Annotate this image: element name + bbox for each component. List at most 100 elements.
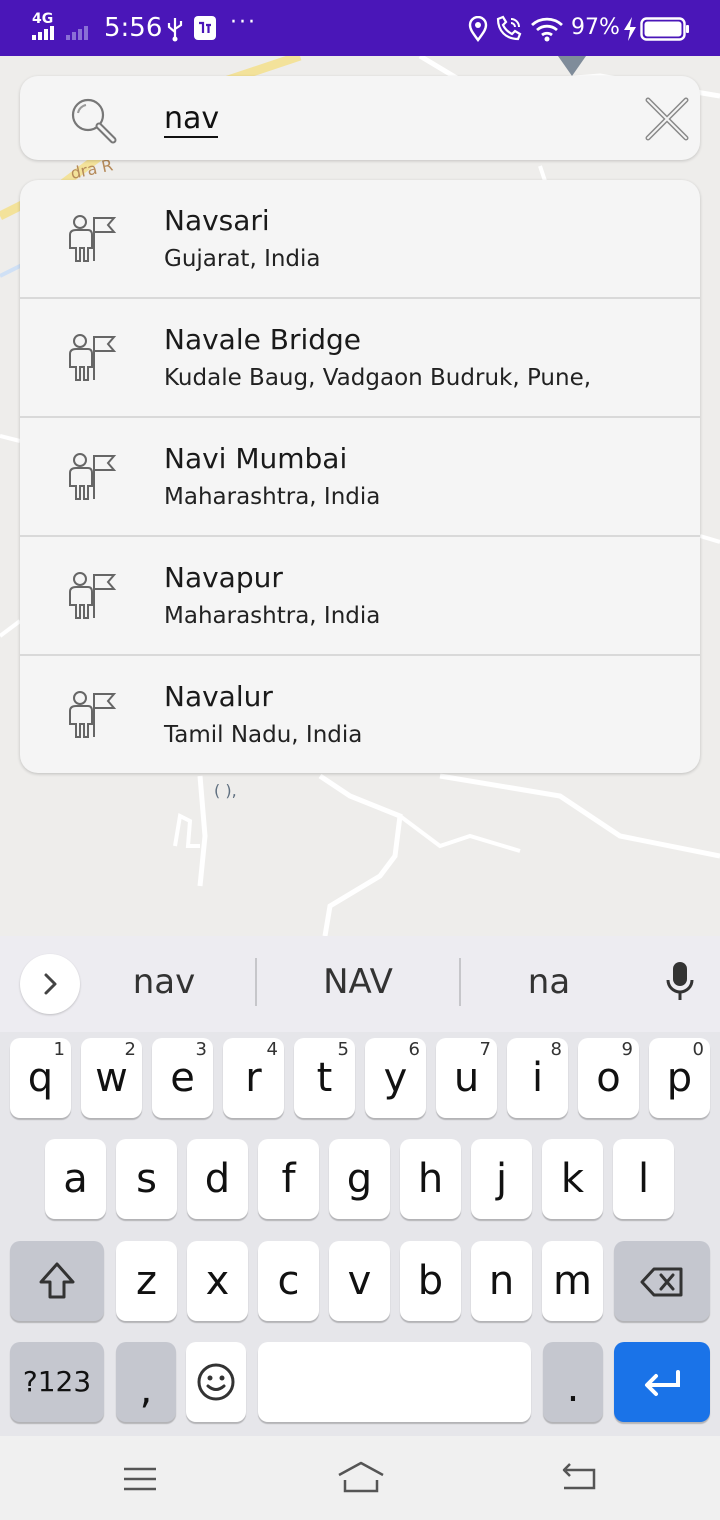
- period-key[interactable]: .: [543, 1342, 603, 1422]
- key-h[interactable]: h: [400, 1139, 461, 1219]
- key-l[interactable]: l: [613, 1139, 674, 1219]
- key-hint: 8: [550, 1039, 562, 1060]
- key-f[interactable]: f: [258, 1139, 319, 1219]
- key-label: v: [347, 1258, 372, 1304]
- symbols-key[interactable]: ?123: [10, 1342, 104, 1422]
- key-label: s: [136, 1156, 157, 1202]
- key-b[interactable]: b: [400, 1241, 461, 1321]
- more-notifications-icon: ···: [230, 10, 257, 35]
- key-label: u: [453, 1055, 480, 1101]
- usb-icon: [167, 18, 183, 42]
- result-subtitle: Maharashtra, India: [164, 603, 381, 629]
- search-input[interactable]: [164, 98, 624, 138]
- expand-toolbar-button[interactable]: [20, 954, 80, 1014]
- result-item[interactable]: Navapur Maharashtra, India: [20, 537, 700, 656]
- suggestion-1[interactable]: nav: [74, 962, 254, 1002]
- wifi-icon: [531, 17, 563, 42]
- microphone-icon[interactable]: [664, 960, 696, 1004]
- key-label: w: [95, 1055, 128, 1101]
- map-place-label: ( ),: [214, 781, 237, 800]
- key-hint: 2: [124, 1039, 136, 1060]
- key-label: k: [560, 1156, 585, 1202]
- composing-underline: [164, 136, 218, 138]
- result-title: Navalur: [164, 680, 273, 713]
- back-icon[interactable]: [560, 1462, 598, 1492]
- key-r[interactable]: r4: [223, 1038, 284, 1118]
- search-bar[interactable]: [20, 76, 700, 160]
- key-label: n: [488, 1258, 515, 1304]
- key-g[interactable]: g: [329, 1139, 390, 1219]
- key-label: p: [666, 1055, 693, 1101]
- key-label: q: [27, 1055, 54, 1101]
- key-c[interactable]: c: [258, 1241, 319, 1321]
- result-item[interactable]: Navi Mumbai Maharashtra, India: [20, 418, 700, 537]
- key-hint: 5: [337, 1039, 349, 1060]
- result-subtitle: Gujarat, India: [164, 246, 321, 272]
- key-n[interactable]: n: [471, 1241, 532, 1321]
- menu-icon[interactable]: [122, 1466, 158, 1492]
- key-k[interactable]: k: [542, 1139, 603, 1219]
- key-e[interactable]: e3: [152, 1038, 213, 1118]
- key-j[interactable]: j: [471, 1139, 532, 1219]
- key-t[interactable]: t5: [294, 1038, 355, 1118]
- place-flag-icon: [69, 572, 117, 619]
- place-flag-icon: [69, 334, 117, 381]
- app-notification-icon: [194, 16, 216, 40]
- shift-key[interactable]: [10, 1241, 104, 1321]
- key-o[interactable]: o9: [578, 1038, 639, 1118]
- key-v[interactable]: v: [329, 1241, 390, 1321]
- key-label: x: [205, 1258, 230, 1304]
- place-flag-icon: [69, 691, 117, 738]
- result-title: Navapur: [164, 561, 283, 594]
- key-p[interactable]: p0: [649, 1038, 710, 1118]
- key-x[interactable]: x: [187, 1241, 248, 1321]
- suggestion-2[interactable]: NAV: [268, 962, 448, 1002]
- result-item[interactable]: Navalur Tamil Nadu, India: [20, 656, 700, 773]
- key-label: t: [316, 1055, 333, 1101]
- enter-icon: [645, 1370, 680, 1396]
- key-a[interactable]: a: [45, 1139, 106, 1219]
- key-u[interactable]: u7: [436, 1038, 497, 1118]
- backspace-key[interactable]: [614, 1241, 710, 1321]
- charging-icon: [624, 17, 636, 41]
- key-label: r: [245, 1055, 262, 1101]
- result-item[interactable]: Navsari Gujarat, India: [20, 180, 700, 299]
- key-hint: 7: [479, 1039, 491, 1060]
- result-title: Navsari: [164, 204, 270, 237]
- key-m[interactable]: m: [542, 1241, 603, 1321]
- key-i[interactable]: i8: [507, 1038, 568, 1118]
- wifi-calling-icon: [496, 15, 522, 41]
- key-label: d: [204, 1156, 231, 1202]
- result-title: Navale Bridge: [164, 323, 362, 356]
- result-subtitle: Kudale Baug, Vadgaon Budruk, Pune,: [164, 365, 592, 391]
- suggestion-3[interactable]: na: [459, 962, 639, 1002]
- key-label: g: [346, 1156, 373, 1202]
- key-d[interactable]: d: [187, 1139, 248, 1219]
- key-q[interactable]: q1: [10, 1038, 71, 1118]
- status-bar: 4G 5:56 ··· 97%: [0, 0, 720, 56]
- space-key[interactable]: [258, 1342, 531, 1422]
- key-hint: 1: [53, 1039, 65, 1060]
- emoji-key[interactable]: [186, 1342, 246, 1422]
- result-item[interactable]: Navale Bridge Kudale Baug, Vadgaon Budru…: [20, 299, 700, 418]
- home-icon[interactable]: [336, 1460, 386, 1494]
- key-y[interactable]: y6: [365, 1038, 426, 1118]
- keyboard: nav NAV na q1w2e3r4t5y6u7i8o9p0 asdfghjk…: [0, 936, 720, 1436]
- enter-key[interactable]: [614, 1342, 710, 1422]
- key-z[interactable]: z: [116, 1241, 177, 1321]
- period-key-label: .: [566, 1365, 580, 1411]
- comma-key[interactable]: ,: [116, 1342, 176, 1422]
- clear-search-icon[interactable]: [644, 96, 690, 142]
- key-label: y: [383, 1055, 408, 1101]
- key-label: b: [417, 1258, 444, 1304]
- key-w[interactable]: w2: [81, 1038, 142, 1118]
- key-label: h: [417, 1156, 444, 1202]
- symbols-key-label: ?123: [22, 1365, 92, 1398]
- shift-icon: [39, 1262, 75, 1299]
- comma-key-label: ,: [139, 1367, 153, 1413]
- key-s[interactable]: s: [116, 1139, 177, 1219]
- divider: [255, 958, 257, 1006]
- place-flag-icon: [69, 215, 117, 262]
- battery-percent: 97%: [571, 15, 620, 40]
- result-subtitle: Tamil Nadu, India: [164, 722, 363, 748]
